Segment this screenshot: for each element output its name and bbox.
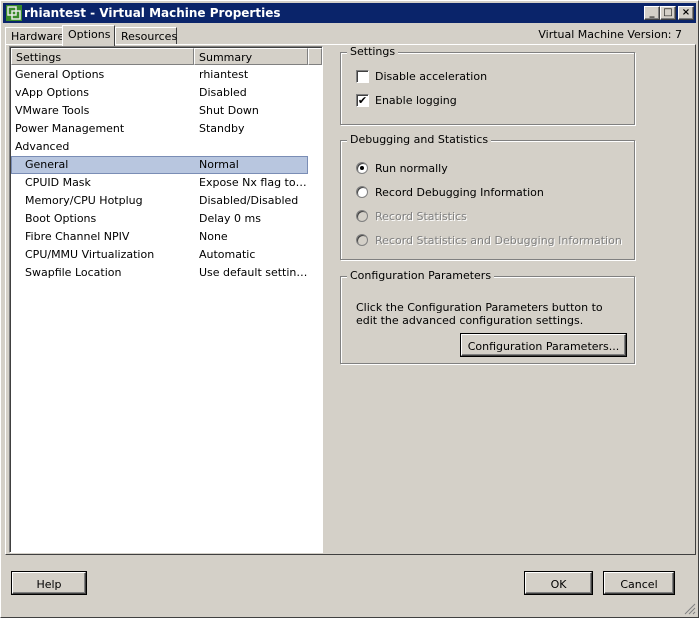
setting-name: Fibre Channel NPIV (25, 230, 130, 243)
close-button[interactable]: × (678, 6, 694, 20)
setting-name: General Options (15, 68, 105, 81)
tab-options-label: Options (68, 28, 111, 41)
vm-version-label: Virtual Machine Version: 7 (538, 28, 682, 41)
vm-app-icon (6, 5, 22, 21)
settings-group-title: Settings (347, 45, 399, 58)
setting-name: VMware Tools (15, 104, 90, 117)
record-statistics-debugging-radio (356, 234, 368, 246)
tab-hardware[interactable]: Hardware (5, 27, 65, 45)
list-item-cpuid-mask[interactable]: CPUID Mask Expose Nx flag to ... (11, 174, 322, 192)
properties-window: rhiantest - Virtual Machine Properties _… (0, 0, 699, 618)
list-item-advanced[interactable]: Advanced (11, 138, 322, 156)
config-group-title: Configuration Parameters (347, 269, 495, 282)
record-statistics-debugging-label: Record Statistics and Debugging Informat… (375, 234, 622, 247)
list-item-general-options[interactable]: General Options rhiantest (11, 66, 322, 84)
tab-hardware-label: Hardware (11, 30, 65, 43)
settings-list[interactable]: Settings Summary General Options rhiante… (9, 46, 323, 553)
tab-resources-label: Resources (121, 30, 178, 43)
cancel-button[interactable]: Cancel (604, 572, 674, 594)
help-button[interactable]: Help (12, 572, 86, 594)
setting-summary: Normal (199, 158, 239, 171)
list-item-general-selected[interactable]: General Normal (11, 156, 308, 174)
column-header-settings[interactable]: Settings (11, 48, 194, 65)
record-debugging-radio[interactable] (356, 186, 368, 198)
setting-summary: Expose Nx flag to ... (199, 176, 309, 189)
setting-summary: rhiantest (199, 68, 249, 81)
record-statistics-radio (356, 210, 368, 222)
maximize-icon: □ (663, 7, 673, 18)
enable-logging-checkbox[interactable]: ✔ (356, 94, 369, 107)
resize-grip-icon[interactable] (684, 603, 696, 615)
setting-summary: Delay 0 ms (199, 212, 261, 225)
column-header-settings-label: Settings (16, 51, 62, 64)
minimize-button[interactable]: _ (644, 6, 660, 20)
setting-summary: Automatic (199, 248, 256, 261)
list-item-power-management[interactable]: Power Management Standby (11, 120, 322, 138)
list-item-fibre-channel-npiv[interactable]: Fibre Channel NPIV None (11, 228, 322, 246)
list-item-boot-options[interactable]: Boot Options Delay 0 ms (11, 210, 322, 228)
column-header-summary[interactable]: Summary (194, 48, 308, 65)
setting-name: vApp Options (15, 86, 89, 99)
configuration-parameters-button-label: Configuration Parameters... (467, 340, 620, 353)
cancel-button-label: Cancel (620, 578, 658, 591)
config-description: Click the Configuration Parameters butto… (356, 301, 603, 327)
configuration-parameters-button[interactable]: Configuration Parameters... (461, 334, 626, 356)
setting-summary: Standby (199, 122, 245, 135)
column-header-filler (308, 48, 322, 65)
ok-button[interactable]: OK (525, 572, 592, 594)
setting-summary: Disabled (199, 86, 247, 99)
checkmark-icon: ✔ (357, 94, 368, 107)
list-item-memory-cpu-hotplug[interactable]: Memory/CPU Hotplug Disabled/Disabled (11, 192, 322, 210)
setting-summary: Shut Down (199, 104, 259, 117)
setting-name: General (25, 158, 69, 171)
debug-group-title: Debugging and Statistics (347, 133, 492, 146)
minimize-icon: _ (649, 7, 655, 18)
setting-name: Boot Options (25, 212, 97, 225)
setting-name: CPUID Mask (25, 176, 91, 189)
list-item-swapfile-location[interactable]: Swapfile Location Use default settings (11, 264, 322, 282)
record-debugging-label[interactable]: Record Debugging Information (375, 186, 544, 199)
settings-groupbox: Settings Disable acceleration ✔ Enable l… (340, 45, 635, 125)
help-button-label: Help (36, 578, 62, 591)
list-item-vmware-tools[interactable]: VMware Tools Shut Down (11, 102, 322, 120)
disable-acceleration-checkbox[interactable] (356, 70, 369, 83)
setting-name: Swapfile Location (25, 266, 122, 279)
disable-acceleration-label[interactable]: Disable acceleration (375, 70, 487, 83)
record-statistics-label: Record Statistics (375, 210, 467, 223)
tab-options[interactable]: Options (62, 25, 115, 46)
maximize-button[interactable]: □ (660, 6, 676, 20)
list-item-cpu-mmu-virtualization[interactable]: CPU/MMU Virtualization Automatic (11, 246, 322, 264)
window-title: rhiantest - Virtual Machine Properties (24, 6, 281, 20)
setting-name: Memory/CPU Hotplug (25, 194, 143, 207)
title-bar[interactable]: rhiantest - Virtual Machine Properties _… (3, 3, 696, 23)
setting-summary: Disabled/Disabled (199, 194, 299, 207)
run-normally-radio[interactable] (356, 162, 368, 174)
list-item-vapp-options[interactable]: vApp Options Disabled (11, 84, 322, 102)
setting-name: Advanced (15, 140, 70, 153)
close-icon: × (681, 7, 691, 18)
run-normally-label[interactable]: Run normally (375, 162, 448, 175)
enable-logging-label[interactable]: Enable logging (375, 94, 457, 107)
configuration-parameters-groupbox: Configuration Parameters Click the Confi… (340, 269, 635, 364)
tab-resources[interactable]: Resources (115, 27, 177, 45)
setting-summary: Use default settings (199, 266, 309, 279)
column-header-summary-label: Summary (199, 51, 253, 64)
list-header: Settings Summary (11, 48, 322, 65)
setting-name: CPU/MMU Virtualization (25, 248, 155, 261)
debugging-statistics-groupbox: Debugging and Statistics Run normally Re… (340, 133, 635, 260)
ok-button-label: OK (550, 578, 567, 591)
setting-summary: None (199, 230, 228, 243)
setting-name: Power Management (15, 122, 125, 135)
